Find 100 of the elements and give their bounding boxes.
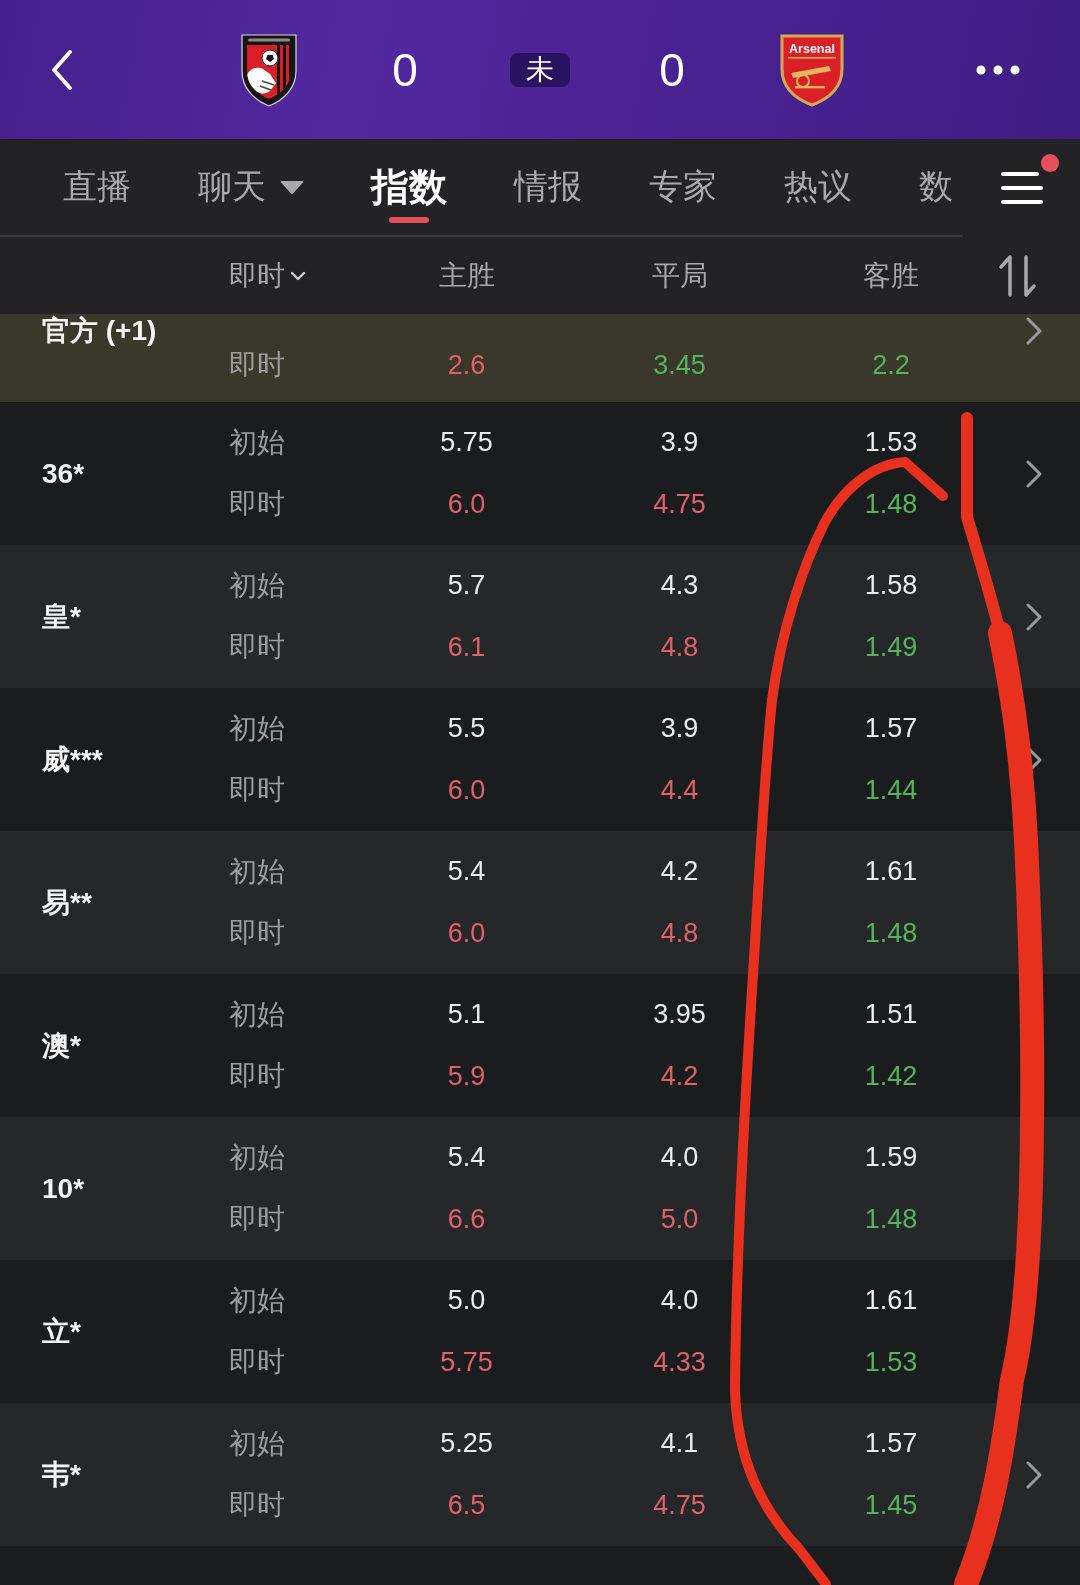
odds-value: 5.4 <box>447 856 486 888</box>
odds-value: 4.2 <box>660 1060 699 1092</box>
odds-value: 3.9 <box>660 427 699 459</box>
crest-drawing <box>780 34 844 106</box>
tab[interactable]: 热议 <box>784 139 852 235</box>
odds-value: 1.44 <box>864 774 918 806</box>
odds-type-label: 即时 <box>229 630 285 665</box>
odds-value: 3.95 <box>653 999 706 1031</box>
odds-value: 1.53 <box>864 427 918 459</box>
odds-type-label: 即时 <box>229 487 285 522</box>
odds-value: 4.75 <box>653 488 706 520</box>
bookmaker-name: 韦* <box>41 1457 81 1492</box>
odds-value: 5.0 <box>660 1203 699 1235</box>
odds-value: 4.3 <box>660 570 699 602</box>
odds-value: 5.75 <box>440 1346 493 1378</box>
odds-value: 5.7 <box>447 570 486 602</box>
odds-value: 4.1 <box>660 1428 699 1460</box>
odds-type-label: 初始 <box>229 997 285 1032</box>
crest-text: Arsenal <box>789 41 835 56</box>
odds-value: 6.0 <box>447 488 486 520</box>
tab[interactable]: 情报 <box>514 139 582 235</box>
odds-value: 4.4 <box>660 774 699 806</box>
bookmaker-name: 澳* <box>41 1028 81 1063</box>
odds-value: 5.1 <box>447 999 486 1031</box>
odds-value: 5.5 <box>447 713 486 745</box>
odds-type-label: 初始 <box>229 1426 285 1461</box>
odds-value: 2.6 <box>447 349 486 381</box>
odds-value: 1.61 <box>864 1285 918 1317</box>
odds-type-label: 即时 <box>229 1202 285 1237</box>
odds-value: 4.8 <box>660 917 699 949</box>
odds-type-label: 初始 <box>229 568 285 603</box>
bookmaker-name: 威*** <box>41 742 103 777</box>
tab[interactable]: 数 <box>919 139 953 235</box>
odds-type-label: 即时 <box>229 773 285 808</box>
status-badge: 未 <box>510 52 570 87</box>
column-header: 客胜 <box>863 258 919 293</box>
odds-type-label: 初始 <box>229 1283 285 1318</box>
tab[interactable]: 专家 <box>649 139 717 235</box>
menu-icon[interactable] <box>1000 171 1043 205</box>
odds-value: 1.57 <box>864 713 918 745</box>
odds-row[interactable]: 易** 初始 5.4 4.2 1.61 即时 6.0 4.8 1.48 <box>0 831 1080 974</box>
column-header: 平局 <box>651 258 708 293</box>
odds-type-label: 初始 <box>229 425 285 460</box>
bookmaker-name: 易** <box>41 885 92 920</box>
bookmaker-name: 36* <box>41 457 85 490</box>
odds-value: 2.2 <box>872 349 910 381</box>
odds-value: 5.75 <box>440 427 493 459</box>
odds-value: 3.9 <box>660 713 699 745</box>
odds-type-label: 即时 <box>229 916 285 951</box>
odds-row[interactable]: 韦* 初始 5.25 4.1 1.57 即时 6.5 4.75 1.45 <box>0 1403 1080 1546</box>
odds-value: 1.48 <box>864 917 918 949</box>
odds-value: 1.48 <box>864 488 918 520</box>
odds-value: 4.33 <box>653 1346 706 1378</box>
bookmaker-name: 立* <box>41 1314 81 1349</box>
odds-value: 1.53 <box>864 1346 918 1378</box>
odds-type-label: 初始 <box>229 1140 285 1175</box>
odds-value: 5.25 <box>440 1428 493 1460</box>
odds-value: 5.4 <box>447 1142 486 1174</box>
odds-value: 3.45 <box>653 349 706 381</box>
odds-value: 4.75 <box>653 1489 706 1521</box>
odds-value: 5.9 <box>447 1060 486 1092</box>
official-odds-row[interactable]: 官方 (+1) 即时 2.6 3.45 2.2 <box>0 314 1080 402</box>
tab[interactable]: 聊天 <box>198 139 304 235</box>
score-text: 0 <box>392 46 418 93</box>
odds-value: 1.57 <box>864 1428 918 1460</box>
odds-value: 1.42 <box>864 1060 918 1092</box>
odds-value: 4.0 <box>660 1142 699 1174</box>
odds-type-label: 即时 <box>229 1059 285 1094</box>
odds-value: 1.49 <box>864 631 918 663</box>
bookmaker-name: 10* <box>41 1172 85 1205</box>
odds-value: 1.59 <box>864 1142 918 1174</box>
odds-value: 6.0 <box>447 774 486 806</box>
odds-type-label: 初始 <box>229 854 285 889</box>
odds-row[interactable]: 10* 初始 5.4 4.0 1.59 即时 6.6 5.0 1.48 <box>0 1117 1080 1260</box>
odds-value: 1.51 <box>864 999 918 1031</box>
odds-value: 4.2 <box>660 856 699 888</box>
odds-value: 5.0 <box>447 1285 486 1317</box>
odds-value: 1.48 <box>864 1203 918 1235</box>
odds-value: 6.0 <box>447 917 486 949</box>
odds-type-label: 即时 <box>229 348 285 382</box>
odds-value: 4.0 <box>660 1285 699 1317</box>
score-text: 0 <box>659 46 685 93</box>
odds-type-label: 初始 <box>229 711 285 746</box>
column-header: 主胜 <box>438 258 495 293</box>
odds-row[interactable]: 皇* 初始 5.7 4.3 1.58 即时 6.1 4.8 1.49 <box>0 545 1080 688</box>
odds-value: 1.58 <box>864 570 918 602</box>
odds-value: 1.45 <box>864 1489 918 1521</box>
back-icon[interactable] <box>50 48 74 91</box>
odds-mode-dropdown[interactable]: 即时 <box>229 256 306 295</box>
tab[interactable]: 指数 <box>371 139 447 235</box>
odds-value: 6.1 <box>447 631 486 663</box>
odds-type-label: 即时 <box>229 1345 285 1380</box>
odds-value: 4.8 <box>660 631 699 663</box>
tab[interactable]: 直播 <box>63 139 131 235</box>
more-icon[interactable] <box>976 64 1020 75</box>
odds-value: 1.61 <box>864 856 918 888</box>
bookmaker-name: 官方 (+1) <box>41 314 157 348</box>
odds-value: 6.6 <box>447 1203 486 1235</box>
odds-value: 6.5 <box>447 1489 486 1521</box>
odds-type-label: 即时 <box>229 1488 285 1523</box>
